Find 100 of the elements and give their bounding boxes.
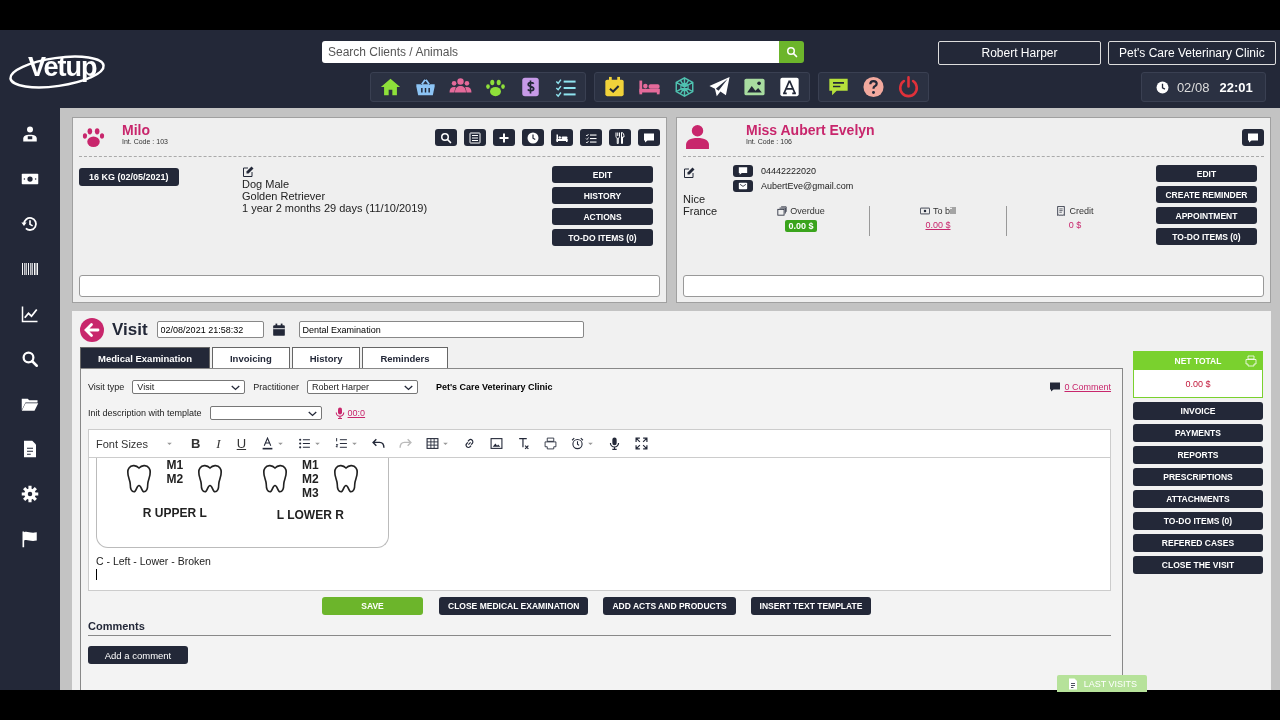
image-icon[interactable] [490,437,504,450]
clinic-button[interactable]: Pet's Care Veterinary Clinic [1108,41,1276,65]
note-field[interactable] [79,275,660,297]
side-button[interactable]: PRESCRIPTIONS [1133,468,1263,486]
clear-format-icon[interactable] [517,437,531,450]
icon-button[interactable] [464,129,486,146]
template-select[interactable] [209,406,322,420]
tab[interactable]: History [291,347,361,368]
card-button[interactable]: TO-DO ITEMS (0) [552,229,653,246]
icon-button[interactable] [435,129,457,146]
paper-plane-icon[interactable] [708,76,731,98]
caret-icon[interactable] [277,440,285,447]
font-size-dropdown[interactable]: Font Sizes [96,437,173,450]
side-button[interactable]: REFERED CASES [1133,534,1263,552]
card-button[interactable]: EDIT [1156,165,1257,182]
comment-icon [1049,381,1062,393]
numbered-list-icon[interactable] [335,437,349,450]
action-button[interactable]: ADD ACTS AND PRODUCTS [603,597,736,615]
caret-icon[interactable] [314,440,322,447]
alarm-icon[interactable] [571,437,585,450]
chart-icon[interactable] [21,305,39,323]
animal-detail: Dog Male [242,178,291,190]
reason-field[interactable]: Dental Examination [298,321,584,338]
add-comment-button[interactable]: Add a comment [88,646,188,664]
icon-button[interactable] [638,129,660,146]
icon-button[interactable] [493,129,515,146]
comment-link[interactable]: 0 Comment [1064,382,1111,392]
card-button[interactable]: APPOINTMENT [1156,207,1257,224]
microphone-icon[interactable] [608,437,622,450]
undo-icon[interactable] [372,437,386,450]
action-button[interactable]: INSERT TEXT TEMPLATE [750,597,872,615]
web-icon[interactable] [673,76,696,98]
logo[interactable]: Vetup [28,51,97,83]
settings-icon[interactable] [21,485,39,503]
caret-icon[interactable] [442,440,450,447]
side-button[interactable]: ATTACHMENTS [1133,490,1263,508]
caret-icon[interactable] [351,440,359,447]
icon-button[interactable] [580,129,602,146]
side-button[interactable]: CLOSE THE VISIT [1133,556,1263,574]
italic-button[interactable]: I [212,435,225,452]
text-editor[interactable]: Font Sizes B I U M1 M2 R UPPER L M1 M2 M3 L LOWER R C - Left - Lower - Broken [88,429,1111,591]
molar-label: M1 [301,458,319,472]
search-field[interactable]: Search Clients / Animals [322,41,779,63]
icon-button[interactable] [609,129,631,146]
card-button[interactable]: ACTIONS [552,208,653,225]
user-button[interactable]: Robert Harper [938,41,1101,65]
link-icon[interactable] [463,437,477,450]
tab[interactable]: Invoicing [212,347,290,368]
tab[interactable]: Medical Examination [80,347,210,368]
note-field[interactable] [683,275,1264,297]
barcode-icon[interactable] [21,260,39,278]
edit-icon[interactable] [683,167,695,179]
card-button[interactable]: TO-DO ITEMS (0) [1156,228,1257,245]
app-icon[interactable] [778,76,801,98]
balance-link[interactable]: 0.00 $ [925,220,951,230]
checklist-icon[interactable] [554,76,577,98]
bullet-list-icon[interactable] [298,437,312,450]
caret-icon[interactable] [587,440,595,447]
visit-type-select[interactable]: Visit [132,380,246,394]
card-button[interactable]: HISTORY [552,187,653,204]
recording-timer[interactable]: 00:0 [347,408,366,418]
underline-button[interactable]: U [232,436,251,451]
comment-button[interactable] [1242,129,1264,146]
home-icon[interactable] [379,76,402,98]
person-icon [685,124,710,149]
back-icon[interactable] [80,317,104,342]
font-color-icon[interactable] [261,437,275,450]
date-field[interactable]: 02/08/2021 21:58:32 [156,321,264,338]
document-icon[interactable] [21,440,39,458]
clock-icon [527,131,539,144]
icon-button[interactable] [551,129,573,146]
tab[interactable]: Reminders [362,347,448,368]
side-button[interactable]: TO-DO ITEMS (0) [1133,512,1263,530]
edit-icon[interactable] [242,166,254,178]
side-button[interactable]: PAYMENTS [1133,424,1263,442]
practitioner-select[interactable]: Robert Harper [306,380,418,394]
calendar-icon[interactable] [271,322,286,337]
print-icon[interactable] [544,437,558,450]
animal-detail: Golden Retriever [242,190,327,202]
dollar-icon[interactable] [519,76,542,98]
help-icon[interactable] [862,76,885,98]
calendar-check-icon[interactable] [603,76,626,98]
text-cursor [96,569,97,580]
action-button[interactable]: CLOSE MEDICAL EXAMINATION [439,597,589,615]
icon-button[interactable] [522,129,544,146]
bold-button[interactable]: B [186,436,205,451]
image-icon[interactable] [743,76,766,98]
user-card-icon[interactable] [21,125,39,143]
history-icon[interactable] [21,215,39,233]
flag-icon[interactable] [21,530,39,548]
fullscreen-icon[interactable] [635,437,649,450]
card-button[interactable]: CREATE REMINDER [1156,186,1257,203]
side-button[interactable]: REPORTS [1133,446,1263,464]
side-button[interactable]: INVOICE [1133,402,1263,420]
basket-icon[interactable] [414,76,437,98]
chat-icon[interactable] [827,76,850,98]
card-button[interactable]: EDIT [552,166,653,183]
power-icon[interactable] [897,76,920,98]
search-icon[interactable] [21,350,39,368]
table-icon[interactable] [426,437,440,450]
